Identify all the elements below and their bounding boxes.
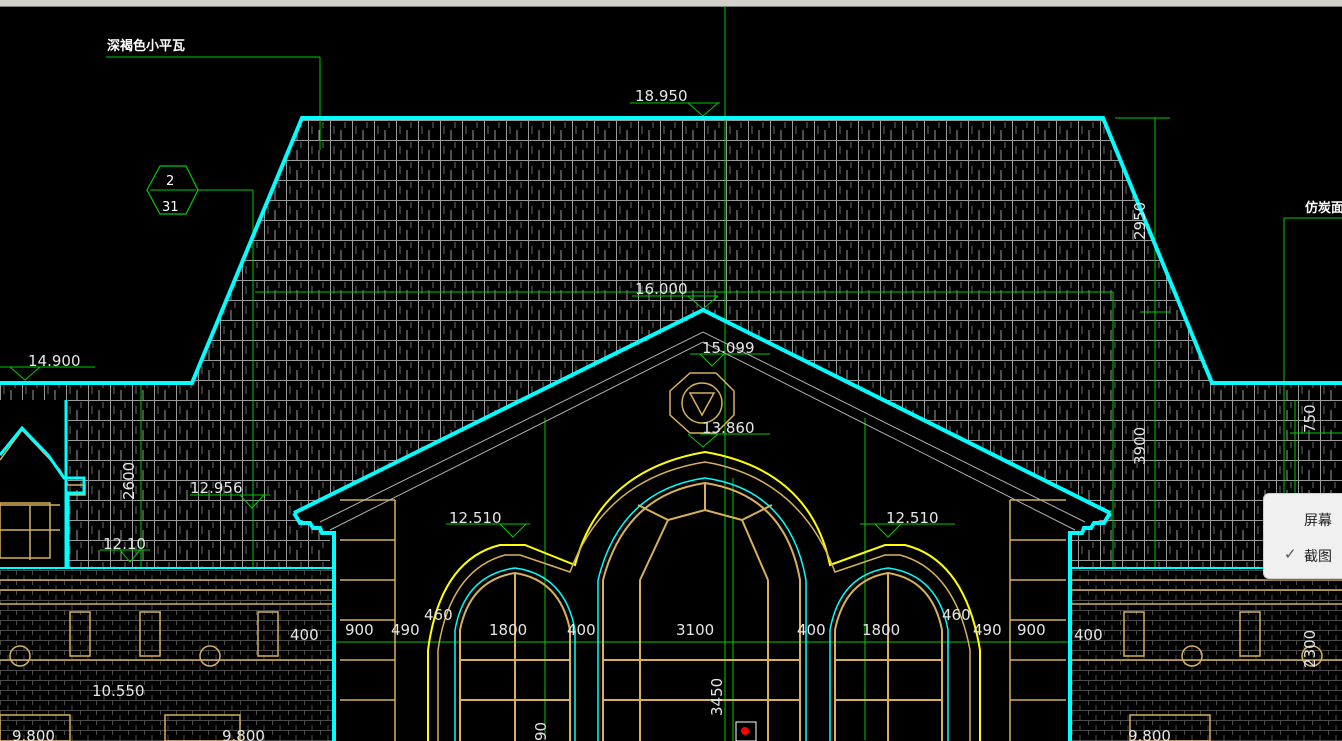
elev-low-mid: 9.800	[222, 727, 265, 741]
elev-window-right: 12.510	[886, 509, 939, 527]
elev-gable-top: 16.000	[635, 280, 688, 298]
dim-v-2300: 2300	[1301, 630, 1319, 668]
checkmark-icon: ✓	[1284, 545, 1297, 563]
context-menu-item-label: 屏幕	[1304, 513, 1332, 529]
dim-v-90: 90	[532, 722, 550, 741]
elev-gable-inner: 15.099	[702, 339, 755, 357]
elev-window-left: 12.510	[449, 509, 502, 527]
cad-drawing[interactable]: 深褐色小平瓦 仿炭面 2 31 18.950 16.000 15.099 13.…	[0, 6, 1342, 741]
label-roof-material: 深褐色小平瓦	[107, 38, 185, 54]
elev-eave-small: 12.10	[103, 535, 146, 553]
detail-number-bottom: 31	[162, 200, 179, 215]
dim-v-3900: 3900	[1131, 427, 1149, 465]
dim-h: 460	[942, 606, 971, 624]
dim-h: 900	[345, 621, 374, 639]
insert-marker-dot	[741, 727, 749, 735]
dim-h: 3100	[676, 621, 714, 639]
context-menu-item-screenshot[interactable]: ✓ 截图	[1264, 540, 1342, 570]
dim-v-3450: 3450	[708, 678, 726, 716]
elev-eave-left: 14.900	[28, 352, 81, 370]
dim-h: 400	[290, 626, 319, 644]
dim-h: 900	[1017, 621, 1046, 639]
elev-low-left: 9.800	[12, 727, 55, 741]
elev-cornice: 10.550	[92, 682, 145, 700]
dim-v-2950: 2950	[1131, 202, 1149, 240]
elev-oculus: 13.860	[702, 419, 755, 437]
dim-h: 400	[1074, 626, 1103, 644]
context-menu[interactable]: 屏幕 ✓ 截图	[1263, 493, 1342, 579]
elev-ridge-top: 18.950	[635, 87, 688, 105]
dim-h: 400	[797, 621, 826, 639]
dim-h: 1800	[489, 621, 527, 639]
elev-low-right: 9.800	[1128, 727, 1171, 741]
dim-h: 400	[567, 621, 596, 639]
elev-mid-left: 12.956	[190, 479, 243, 497]
dim-h: 490	[973, 621, 1002, 639]
label-right-material: 仿炭面	[1305, 200, 1342, 216]
dim-h: 1800	[862, 621, 900, 639]
dim-v-750: 750	[1301, 404, 1319, 433]
dim-v-2600: 2600	[120, 462, 138, 500]
detail-number-top: 2	[166, 174, 174, 189]
context-menu-item-screen[interactable]: 屏幕	[1264, 504, 1342, 534]
dim-h: 460	[424, 606, 453, 624]
context-menu-item-label: 截图	[1304, 549, 1332, 565]
dim-h: 490	[391, 621, 420, 639]
